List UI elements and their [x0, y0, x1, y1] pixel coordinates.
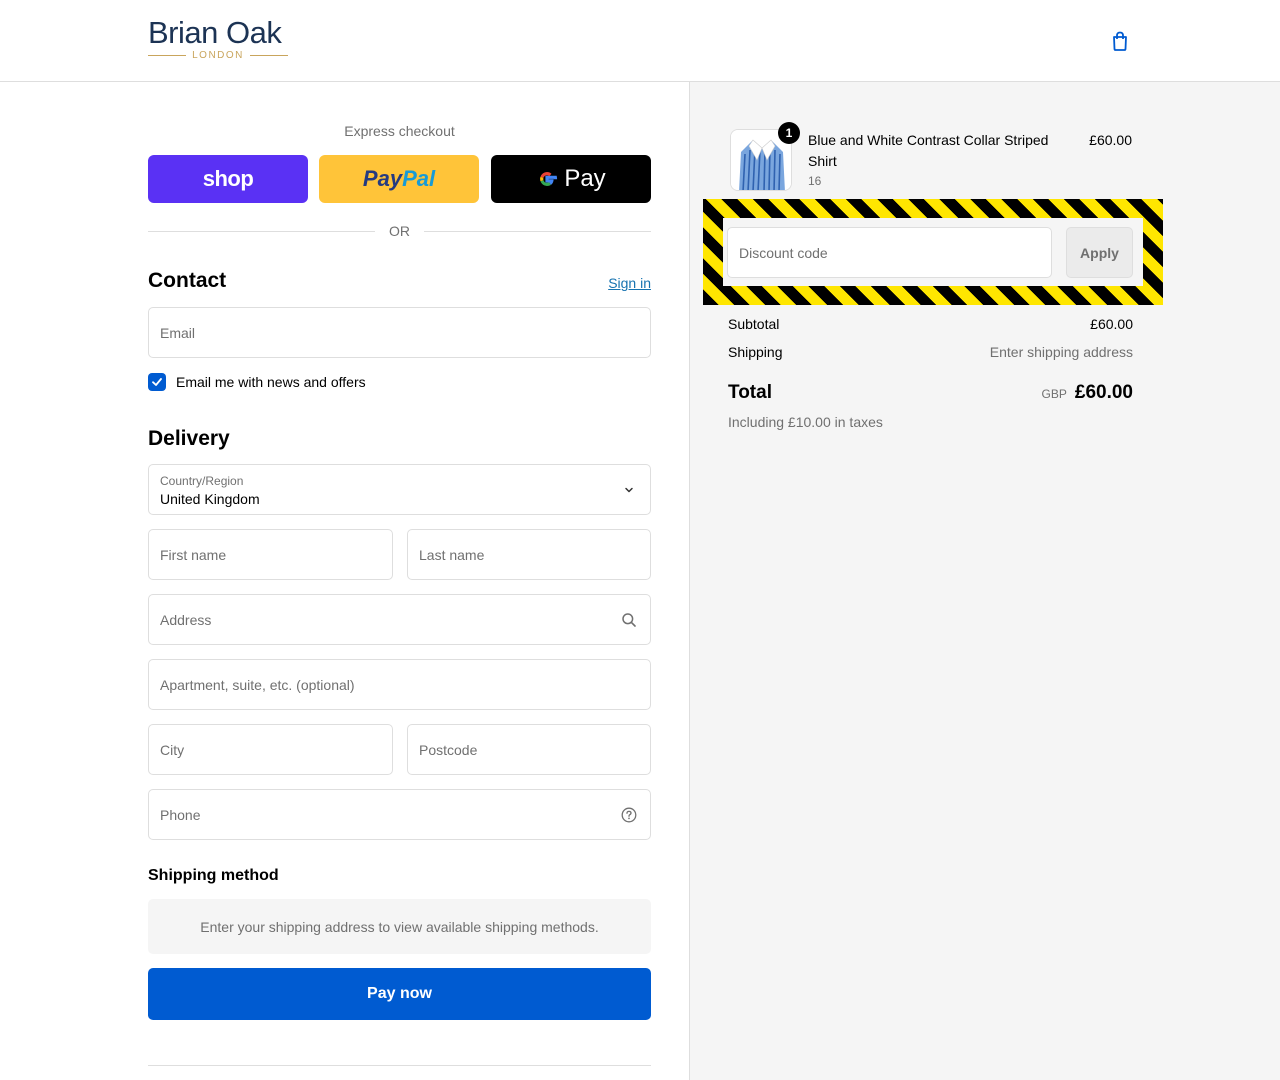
subtotal-row: Subtotal £60.00 [728, 316, 1133, 332]
shop-pay-button[interactable]: shop [148, 155, 308, 203]
shipping-value: Enter shipping address [989, 344, 1133, 360]
paypal-button[interactable]: Pay Pal [319, 155, 479, 203]
address-input[interactable] [149, 595, 650, 644]
shopping-bag-icon[interactable] [1109, 30, 1131, 52]
brand-subtitle-row: LONDON [148, 50, 289, 61]
shipping-row: Shipping Enter shipping address [728, 344, 1133, 360]
country-value: United Kingdom [160, 491, 260, 507]
checkmark-icon [152, 378, 162, 386]
total-label: Total [728, 382, 772, 403]
taxes-note: Including £10.00 in taxes [728, 414, 883, 430]
google-g-icon [540, 171, 558, 187]
address-field[interactable] [148, 594, 651, 645]
postcode-field[interactable] [407, 724, 651, 775]
apartment-field[interactable] [148, 659, 651, 710]
subtotal-label: Subtotal [728, 316, 780, 332]
chevron-down-icon [625, 487, 633, 493]
delivery-heading: Delivery [148, 427, 230, 450]
google-pay-label: Pay [564, 165, 606, 192]
help-icon[interactable] [621, 807, 637, 823]
email-input[interactable] [149, 308, 650, 357]
pay-now-label: Pay now [367, 985, 432, 1002]
total-value: £60.00 [1074, 382, 1133, 403]
discount-code-input[interactable] [728, 228, 1051, 277]
newsletter-label: Email me with news and offers [176, 374, 366, 390]
pay-now-button[interactable]: Pay now [148, 968, 651, 1020]
country-label: Country/Region [160, 474, 244, 488]
express-checkout-title: Express checkout [344, 123, 455, 139]
phone-input[interactable] [149, 790, 650, 839]
paypal-label-pay: Pay [362, 166, 403, 191]
total-row: Total GBP £60.00 [728, 382, 1133, 404]
apply-label: Apply [1080, 244, 1119, 261]
newsletter-checkbox[interactable] [148, 373, 166, 391]
total-currency: GBP [1041, 387, 1067, 401]
shipping-method-message: Enter your shipping address to view avai… [148, 899, 651, 954]
paypal-label-pal: Pal [402, 166, 436, 191]
divider [148, 1065, 651, 1066]
item-name: Blue and White Contrast Collar Striped S… [808, 132, 1049, 169]
shop-pay-label: shop [202, 166, 254, 191]
shipping-method-heading: Shipping method [148, 867, 279, 884]
item-price: £60.00 [1089, 132, 1132, 148]
or-label: OR [389, 223, 410, 239]
newsletter-option[interactable]: Email me with news and offers [148, 373, 366, 391]
brand-name: Brian Oak [148, 15, 282, 50]
contact-heading: Contact [148, 269, 227, 292]
checkout-form: Express checkout shop Pay Pal Pay OR Cont… [148, 82, 651, 1080]
first-name-field[interactable] [148, 529, 393, 580]
or-divider: OR [148, 222, 651, 240]
sign-in-link[interactable]: Sign in [608, 275, 651, 291]
phone-field[interactable] [148, 789, 651, 840]
item-variant: 16 [808, 174, 822, 188]
order-summary: 1 Blue and White Contrast Collar Striped… [689, 82, 1280, 1080]
last-name-field[interactable] [407, 529, 651, 580]
brand-subtitle: LONDON [192, 50, 244, 61]
city-input[interactable] [149, 725, 392, 774]
last-name-input[interactable] [408, 530, 650, 579]
shipping-label: Shipping [728, 344, 783, 360]
header: Brian Oak LONDON [0, 0, 1280, 82]
subtotal-value: £60.00 [1090, 316, 1133, 332]
email-field[interactable] [148, 307, 651, 358]
apartment-input[interactable] [149, 660, 650, 709]
quantity-badge: 1 [778, 122, 800, 144]
search-icon[interactable] [621, 612, 637, 628]
discount-code-field[interactable] [727, 227, 1052, 278]
apply-discount-button[interactable]: Apply [1066, 227, 1133, 278]
postcode-input[interactable] [408, 725, 650, 774]
brand-logo[interactable]: Brian Oak LONDON [148, 15, 289, 61]
first-name-input[interactable] [149, 530, 392, 579]
country-select[interactable]: Country/Region United Kingdom [148, 464, 651, 515]
google-pay-button[interactable]: Pay [491, 155, 651, 203]
city-field[interactable] [148, 724, 393, 775]
